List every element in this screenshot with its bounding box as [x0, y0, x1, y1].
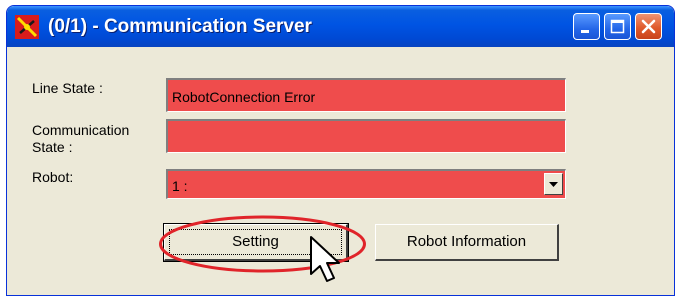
line-state-label: Line State : [32, 80, 103, 96]
setting-button[interactable]: Setting [163, 223, 349, 262]
communication-state-label-line1: Communication [32, 122, 130, 138]
communication-server-window: (0/1) - Communication Server Line State … [6, 5, 675, 296]
line-state-field: RobotConnection Error [166, 78, 566, 112]
minimize-icon [581, 30, 589, 33]
minimize-button[interactable] [573, 13, 600, 40]
maximize-button[interactable] [604, 13, 631, 40]
focus-rect [169, 229, 342, 255]
robot-information-button[interactable]: Robot Information [375, 224, 559, 261]
dropdown-arrow-icon [549, 182, 558, 187]
dropdown-arrow-button[interactable] [544, 173, 563, 195]
robot-dropdown-value: 1 : [172, 178, 188, 194]
robot-dropdown[interactable]: 1 : [166, 169, 566, 199]
communication-state-label-line2: State : [32, 139, 73, 155]
close-icon [641, 19, 656, 34]
window-title: (0/1) - Communication Server [48, 16, 312, 37]
maximize-icon [610, 19, 625, 34]
client-area: Line State : RobotConnection Error Commu… [10, 47, 671, 295]
robot-label: Robot: [32, 169, 74, 185]
robot-information-button-label: Robot Information [406, 233, 527, 250]
app-icon [15, 15, 39, 39]
close-button[interactable] [635, 13, 662, 40]
title-bar[interactable]: (0/1) - Communication Server [7, 6, 674, 47]
communication-state-field [166, 119, 566, 153]
